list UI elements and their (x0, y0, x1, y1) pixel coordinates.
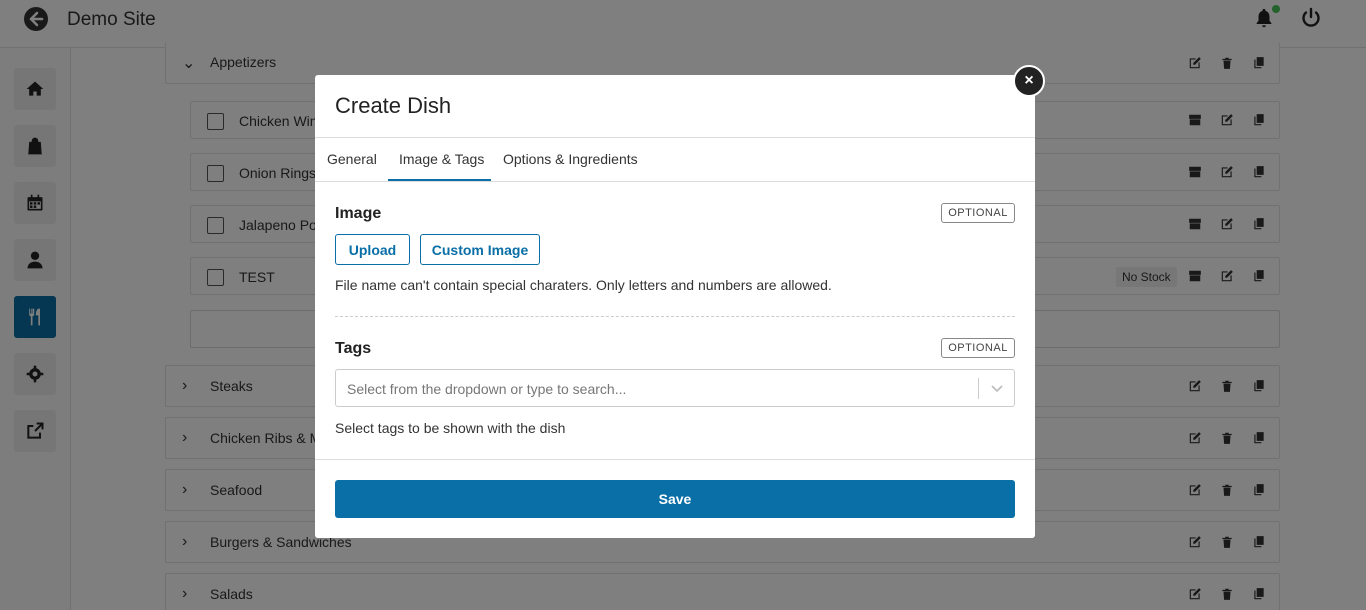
tab-image-tags[interactable]: Image & Tags (399, 151, 484, 167)
select-separator (978, 378, 979, 399)
image-help-text: File name can't contain special charater… (335, 277, 832, 293)
modal-tabs: General Image & Tags Options & Ingredien… (315, 138, 1035, 182)
tags-help-text: Select tags to be shown with the dish (335, 420, 566, 436)
create-dish-modal: Create Dish General Image & Tags Options… (315, 75, 1035, 538)
optional-badge: OPTIONAL (941, 338, 1015, 358)
tags-select[interactable]: Select from the dropdown or type to sear… (335, 369, 1015, 407)
upload-button[interactable]: Upload (335, 234, 410, 265)
tab-options-ingredients[interactable]: Options & Ingredients (503, 151, 638, 167)
chevron-down-icon[interactable] (989, 378, 1005, 398)
image-section-label: Image (335, 205, 382, 222)
footer-divider (315, 459, 1035, 460)
save-button[interactable]: Save (335, 480, 1015, 518)
close-icon[interactable]: × (1013, 65, 1045, 97)
tab-general[interactable]: General (327, 151, 377, 167)
tags-select-placeholder: Select from the dropdown or type to sear… (347, 381, 627, 397)
section-divider (335, 316, 1015, 317)
tags-section-label: Tags (335, 340, 372, 357)
optional-badge: OPTIONAL (941, 203, 1015, 223)
modal-title: Create Dish (335, 93, 452, 118)
custom-image-button[interactable]: Custom Image (420, 234, 540, 265)
active-tab-indicator (388, 179, 491, 181)
